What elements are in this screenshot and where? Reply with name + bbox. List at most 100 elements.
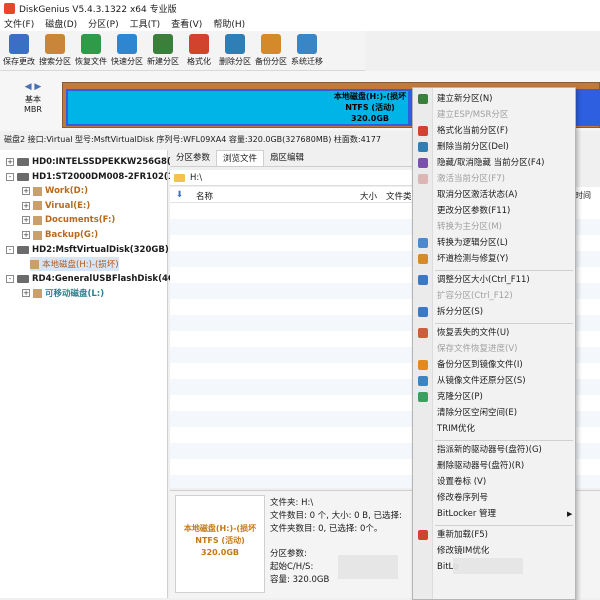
expand-icon[interactable]: + — [22, 289, 30, 298]
tab-2[interactable]: 扇区编辑 — [264, 150, 310, 166]
expand-icon[interactable]: + — [6, 158, 14, 166]
toolbar-button-search[interactable]: 搜索分区 — [37, 31, 73, 71]
expand-icon[interactable]: + — [22, 216, 30, 225]
context-menu-label: 修改卷序列号 — [437, 493, 489, 503]
context-menu-item[interactable]: TRIM优化 — [413, 422, 575, 437]
context-menu-item[interactable]: 克隆分区(P) — [413, 390, 575, 405]
delete-partition-icon — [225, 34, 245, 54]
convert-logical-icon — [418, 238, 428, 248]
hard-disk-icon — [17, 172, 29, 181]
context-menu-item[interactable]: 更改分区参数(F11) — [413, 204, 575, 219]
partition-thumbnail-label: 本地磁盘(H:)-(损坏 NTFS (活动) 320.0GB — [175, 523, 265, 559]
toolbar-button-recover[interactable]: 恢复文件 — [73, 31, 109, 71]
menu-item[interactable]: 工具(T) — [130, 17, 161, 30]
partition-icon — [33, 288, 42, 298]
context-menu-item[interactable]: 备份分区到镜像文件(I) — [413, 358, 575, 373]
context-menu-item[interactable]: 重新加载(F5) — [413, 528, 575, 543]
column-type[interactable]: 文件类 — [386, 190, 412, 202]
context-menu-label: 删除当前分区(Del) — [437, 142, 509, 152]
tab-0[interactable]: 分区参数 — [170, 150, 216, 166]
context-menu-item[interactable]: 修改卷序列号 — [413, 491, 575, 506]
context-menu-item[interactable]: BitLocker 管理 ▶ — [413, 507, 575, 522]
sort-arrow-icon[interactable]: ⬇ — [176, 190, 183, 200]
tree-item[interactable]: + Backup(G:) — [22, 228, 98, 242]
context-menu-label: 取消分区激活状态(A) — [437, 190, 518, 200]
partition-table-label: MBR — [24, 105, 42, 114]
context-menu-item[interactable]: 删除当前分区(Del) — [413, 140, 575, 155]
file-list[interactable] — [170, 203, 415, 488]
tab-bar: 分区参数 浏览文件 扇区编辑 — [170, 150, 415, 167]
context-menu-item[interactable]: 建立新分区(N) — [413, 92, 575, 107]
toolbar-button-delete-partition[interactable]: 删除分区 — [217, 31, 253, 71]
context-menu-item[interactable]: 隐藏/取消隐藏 当前分区(F4) — [413, 156, 575, 171]
column-time[interactable]: 时间 — [575, 191, 591, 200]
context-menu-item: 转换为主分区(M) — [413, 220, 575, 235]
backup-icon — [261, 34, 281, 54]
tree-item[interactable]: 本地磁盘(H:)-(损坏) — [30, 257, 119, 272]
collapse-icon[interactable]: - — [6, 274, 14, 283]
save-icon — [9, 34, 29, 54]
tree-item[interactable]: + 可移动磁盘(L:) — [22, 286, 104, 300]
toolbar-button-quick-partition[interactable]: 快速分区 — [109, 31, 145, 71]
file-list-right — [575, 203, 600, 488]
menu-item[interactable]: 分区(P) — [88, 17, 118, 30]
migrate-icon — [297, 34, 317, 54]
context-menu-item[interactable]: 指派新的驱动器号(盘符)(G) — [413, 443, 575, 458]
tree-item[interactable]: + Work(D:) — [22, 184, 88, 198]
context-menu-label: BitLocker 管理 — [437, 509, 497, 519]
context-menu-item[interactable]: 修改镜IM优化 — [413, 544, 575, 559]
context-menu-item[interactable]: 格式化当前分区(F) — [413, 124, 575, 139]
title-bar: DiskGenius V5.4.3.1322 x64 专业版 — [0, 0, 600, 16]
nav-arrows-icon[interactable]: ◀ ▶ — [8, 82, 58, 92]
context-menu-item[interactable]: 取消分区激活状态(A) — [413, 188, 575, 203]
tree-item[interactable]: + HD0:INTELSSDPEKKW256G8(2 — [6, 155, 177, 169]
thumb-name: 本地磁盘(H:)-(损坏 — [183, 524, 257, 533]
menu-item[interactable]: 磁盘(D) — [45, 17, 77, 30]
partition-icon — [33, 230, 42, 240]
context-menu-item[interactable]: 恢复丢失的文件(U) — [413, 326, 575, 341]
context-menu-item[interactable]: 从镜像文件还原分区(S) — [413, 374, 575, 389]
context-menu-item[interactable]: 坏道检测与修复(Y) — [413, 252, 575, 267]
context-menu-item[interactable]: 设置卷标 (V) — [413, 475, 575, 490]
expand-icon[interactable]: + — [22, 231, 30, 239]
expand-icon[interactable]: + — [22, 187, 30, 196]
partition-icon — [30, 259, 39, 269]
partition-icon — [33, 186, 42, 196]
menu-bar: 文件(F) 磁盘(D) 分区(P) 工具(T) 查看(V) 帮助(H) — [0, 16, 600, 31]
context-menu-item[interactable]: 拆分分区(S) — [413, 305, 575, 320]
toolbar-button-format[interactable]: 格式化 — [181, 31, 217, 71]
reload-icon — [418, 530, 428, 540]
context-menu-item: 扩容分区(Ctrl_F12) — [413, 289, 575, 304]
context-menu-label: 转换为主分区(M) — [437, 222, 502, 232]
expand-icon[interactable]: + — [22, 201, 30, 210]
toolbar-button-migrate[interactable]: 系统迁移 — [289, 31, 325, 71]
menu-item[interactable]: 文件(F) — [4, 17, 34, 30]
menu-item[interactable]: 帮助(H) — [213, 17, 245, 30]
context-menu-item[interactable]: 清除分区空闲空间(E) — [413, 406, 575, 421]
disk-style-label: 基本 — [25, 95, 41, 104]
toolbar-button-new-partition[interactable]: 新建分区 — [145, 31, 181, 71]
tab-1[interactable]: 浏览文件 — [216, 150, 265, 166]
tree-item[interactable]: - RD4:GeneralUSBFlashDisk(4G — [6, 272, 175, 286]
disk-nav[interactable]: ◀ ▶ 基本 MBR — [8, 82, 58, 124]
hard-disk-icon — [17, 274, 29, 283]
folder-icon — [174, 173, 185, 182]
resize-icon — [418, 275, 428, 285]
toolbar-label: 删除分区 — [219, 57, 251, 66]
context-menu-item[interactable]: 删除驱动器号(盘符)(R) — [413, 459, 575, 474]
toolbar-button-backup[interactable]: 备份分区 — [253, 31, 289, 71]
tree-item[interactable]: + Documents(F:) — [22, 213, 115, 227]
column-name[interactable]: 名称 — [196, 190, 213, 202]
tree-item[interactable]: + Virual(E:) — [22, 199, 90, 213]
menu-item[interactable]: 查看(V) — [171, 17, 202, 30]
context-menu-item[interactable]: 调整分区大小(Ctrl_F11) — [413, 273, 575, 288]
column-size[interactable]: 大小 — [360, 190, 377, 202]
collapse-icon[interactable]: - — [6, 245, 14, 254]
toolbar-button-save[interactable]: 保存更改 — [1, 31, 37, 71]
tree-item[interactable]: - HD2:MsftVirtualDisk(320GB) — [6, 243, 169, 257]
context-menu-item[interactable]: 转换为逻辑分区(L) — [413, 236, 575, 251]
restore-image-icon — [418, 376, 428, 386]
collapse-icon[interactable]: - — [6, 172, 14, 181]
tree-item[interactable]: - HD1:ST2000DM008-2FR102(18 — [6, 170, 180, 184]
context-menu-label: 重新加载(F5) — [437, 530, 488, 540]
